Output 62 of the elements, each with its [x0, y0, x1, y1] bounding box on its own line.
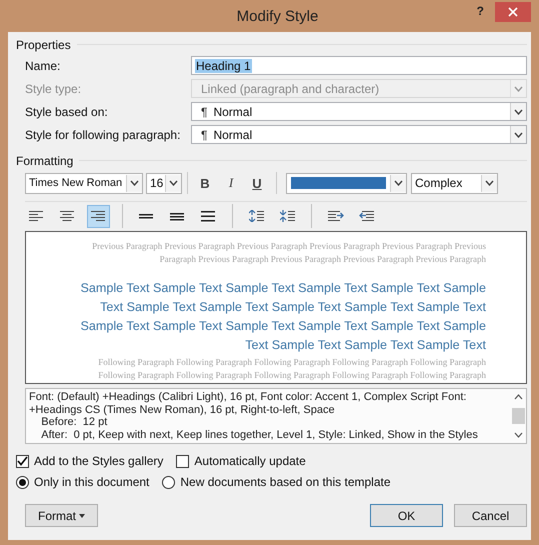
chevron-down-icon [514, 86, 523, 92]
radio-label: New documents based on this template [180, 475, 391, 489]
italic-button[interactable]: I [219, 172, 243, 194]
dropdown[interactable]: ¶ Normal [191, 102, 527, 121]
spacing-icon [280, 210, 296, 222]
pilcrow: ¶ [201, 128, 208, 142]
sample-text: Sample Text Sample Text Sample Text Sample Text Sample Text Sample Text Sample Text Sample Text Sample Text Sample Text Sample Text Sample Text Sample Text Sample Text Sample Text Sample Text Sample Text Sample Text Sample Text Sample Text [79, 280, 486, 354]
align-left-icon [28, 210, 44, 222]
chevron-down-icon [514, 432, 522, 438]
field-label: Style type: [25, 82, 82, 96]
dialog-button[interactable]: Cancel [454, 504, 527, 527]
radio-button[interactable] [162, 476, 176, 488]
align-right-icon [90, 210, 106, 222]
window-title: Modify Style [236, 8, 318, 24]
previous-paragraph-text: Previous Paragraph Previous Paragraph Previous Paragraph Previous Paragraph Previous Paragraph Previous Paragraph Previous Paragraph Previous Paragraph Previous Paragraph Previous Paragraph [91, 240, 486, 266]
close-icon [508, 7, 518, 17]
script-dropdown[interactable]: Complex [411, 172, 498, 194]
checkbox-label: Automatically update [194, 454, 306, 468]
chevron-down-icon [514, 108, 523, 114]
chevron-down-icon [130, 180, 139, 186]
section-heading: Properties [16, 38, 71, 52]
radio-label: Only in this document [34, 475, 150, 489]
font-color-dropdown[interactable] [286, 172, 407, 194]
dropdown-value: Normal [213, 104, 252, 118]
chevron-down-icon [394, 180, 403, 186]
indent-icon [328, 210, 344, 222]
radio-button[interactable] [16, 476, 29, 488]
field-label: Style for following paragraph: [25, 128, 182, 142]
outdent-icon [358, 210, 374, 222]
dialog-button[interactable]: OK [370, 504, 443, 527]
align-center-icon [60, 210, 76, 222]
caret-icon [79, 514, 85, 518]
chevron-down-icon [169, 180, 178, 186]
size-dropdown[interactable]: 16 [146, 172, 182, 194]
underline-button[interactable]: U [245, 172, 269, 194]
checkbox[interactable] [16, 454, 29, 468]
dropdown[interactable]: ¶ Normal [191, 125, 527, 144]
section-heading: Formatting [16, 154, 74, 168]
style-description: Font: (Default) +Headings (Calibri Light), 16 pt, Font color: Accent 1, Complex Script Font: +Headings CS (Times New Roman), 16 pt, Right-to-left, Space Before: 12 pt After: 0 pt, Keep with next, Keep lines together, Level 1, Style: Linked, Show in the Styles [28, 390, 479, 442]
name-field[interactable]: Heading 1 [191, 56, 527, 75]
bold-button[interactable]: B [193, 172, 217, 194]
following-paragraph-text: Following Paragraph Following Paragraph Following Paragraph Following Paragraph Following Paragraph Following Paragraph Following Paragraph Following Paragraph Following Paragraph Following Paragraph [97, 356, 486, 382]
field-label: Name: [25, 58, 62, 72]
dropdown-value: Normal [213, 128, 252, 142]
spacing-icon [248, 210, 264, 222]
line-spacing-icon [200, 210, 216, 222]
checkbox[interactable] [176, 454, 190, 468]
paragraph-button[interactable] [87, 204, 110, 228]
dropdown-value: Linked (paragraph and character) [201, 82, 380, 96]
field-label: Style based on: [25, 104, 109, 118]
chevron-down-icon [514, 132, 523, 138]
scroll-thumb[interactable] [512, 408, 524, 424]
format-menu-button[interactable]: Format [25, 504, 98, 527]
close-button[interactable] [495, 2, 531, 22]
line-spacing-icon [170, 210, 186, 222]
pilcrow: ¶ [201, 104, 208, 118]
chevron-down-icon [485, 180, 494, 186]
font-dropdown[interactable]: Times New Roman [25, 172, 143, 194]
checkbox-label: Add to the Styles gallery [34, 454, 164, 468]
help-button[interactable]: ? [476, 4, 484, 18]
chevron-up-icon [514, 394, 522, 400]
checkmark-icon [17, 456, 28, 466]
